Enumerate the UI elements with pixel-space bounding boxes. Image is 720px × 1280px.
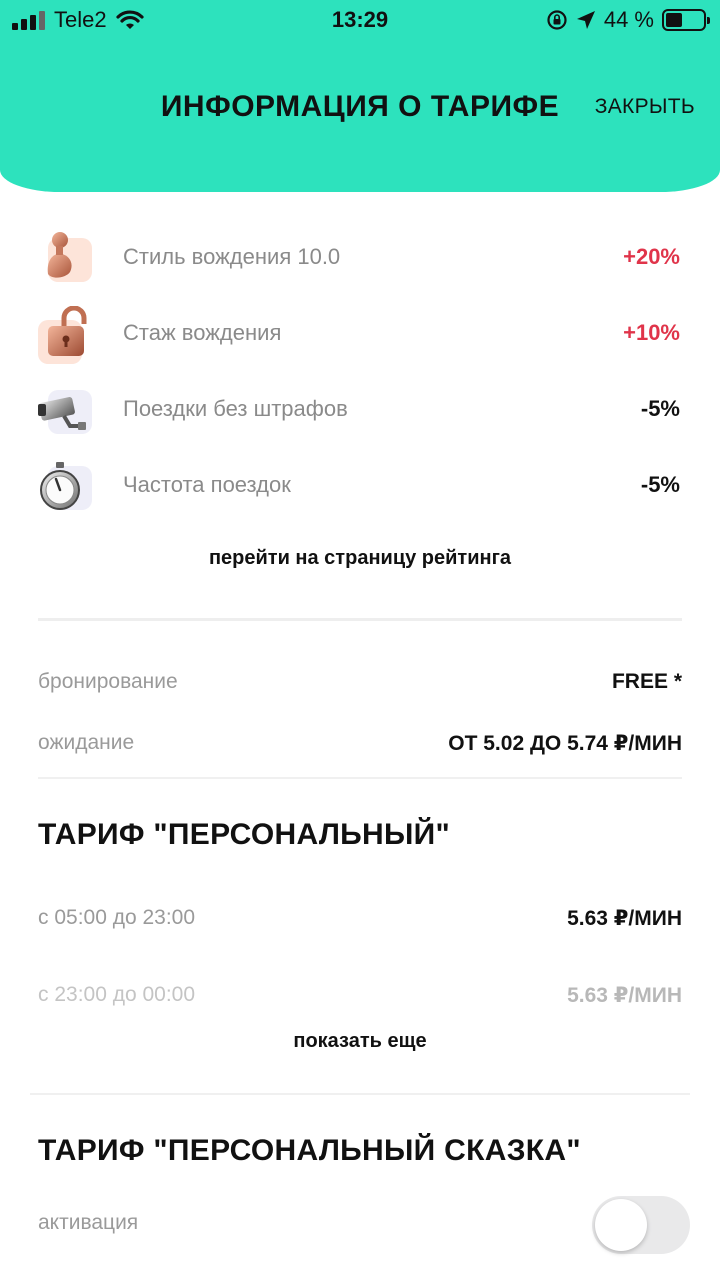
rotation-lock-icon bbox=[547, 10, 567, 30]
factor-row-no-fines: Поездки без штрафов -5% bbox=[36, 382, 684, 442]
status-bar: Tele2 13:29 44 % bbox=[0, 0, 720, 40]
battery-percent: 44 % bbox=[603, 7, 654, 32]
booking-label: бронирование bbox=[38, 670, 178, 693]
activation-row: активация bbox=[38, 1211, 682, 1241]
waiting-row: ожидание ОТ 5.02 ДО 5.74 ₽/МИН bbox=[38, 731, 682, 761]
factor-value: +20% bbox=[623, 244, 680, 269]
waiting-label: ожидание bbox=[38, 731, 135, 754]
header: Tele2 13:29 44 % ИНФОРМАЦИЯ О ТАРИФЕ ЗАК bbox=[0, 0, 720, 192]
activation-toggle[interactable] bbox=[592, 1196, 690, 1254]
factor-label: Частота поездок bbox=[123, 472, 291, 497]
factor-row-experience: Стаж вождения +10% bbox=[36, 306, 684, 366]
factor-row-driving-style: Стиль вождения 10.0 +20% bbox=[36, 230, 684, 290]
tariff-price: 5.63 ₽/МИН bbox=[567, 984, 682, 1007]
tariff-price: 5.63 ₽/МИН bbox=[567, 907, 682, 930]
booking-value: FREE * bbox=[611, 670, 682, 693]
factor-value: -5% bbox=[640, 472, 680, 497]
status-right: 44 % bbox=[546, 7, 710, 33]
factor-label: Стиль вождения 10.0 bbox=[123, 244, 341, 269]
factor-label: Поездки без штрафов bbox=[123, 396, 348, 421]
tariff-row: с 05:00 до 23:00 5.63 ₽/МИН bbox=[38, 906, 682, 936]
divider bbox=[38, 777, 682, 779]
stopwatch-icon bbox=[36, 458, 94, 516]
activation-label: активация bbox=[38, 1211, 139, 1234]
factor-value: -5% bbox=[640, 396, 680, 421]
divider bbox=[38, 618, 682, 621]
factor-row-frequency: Частота поездок -5% bbox=[36, 458, 684, 518]
tariff-row: с 23:00 до 00:00 5.63 ₽/МИН bbox=[38, 983, 682, 1013]
tariff-time-range: с 05:00 до 23:00 bbox=[38, 906, 196, 929]
tariff-time-range: с 23:00 до 00:00 bbox=[38, 983, 196, 1006]
battery-fill bbox=[666, 13, 682, 27]
tariff-skazka-title: ТАРИФ "ПЕРСОНАЛЬНЫЙ СКАЗКА" bbox=[38, 1134, 581, 1167]
battery-icon bbox=[662, 9, 710, 31]
factor-label: Стаж вождения bbox=[123, 320, 282, 345]
camera-icon bbox=[36, 382, 94, 440]
booking-row: бронирование FREE * bbox=[38, 670, 682, 700]
divider bbox=[30, 1093, 690, 1095]
show-more-link[interactable]: показать еще bbox=[0, 1030, 720, 1053]
waiting-value: ОТ 5.02 ДО 5.74 ₽/МИН bbox=[448, 732, 682, 755]
location-arrow-icon bbox=[576, 11, 595, 29]
tariff-personal-title: ТАРИФ "ПЕРСОНАЛЬНЫЙ" bbox=[38, 818, 451, 851]
driver-figure-icon bbox=[36, 230, 94, 288]
padlock-icon bbox=[36, 306, 94, 364]
rating-page-link[interactable]: перейти на страницу рейтинга bbox=[0, 547, 720, 570]
toggle-knob bbox=[595, 1199, 647, 1251]
close-button[interactable]: ЗАКРЫТЬ bbox=[595, 95, 695, 119]
factor-value: +10% bbox=[623, 320, 680, 345]
